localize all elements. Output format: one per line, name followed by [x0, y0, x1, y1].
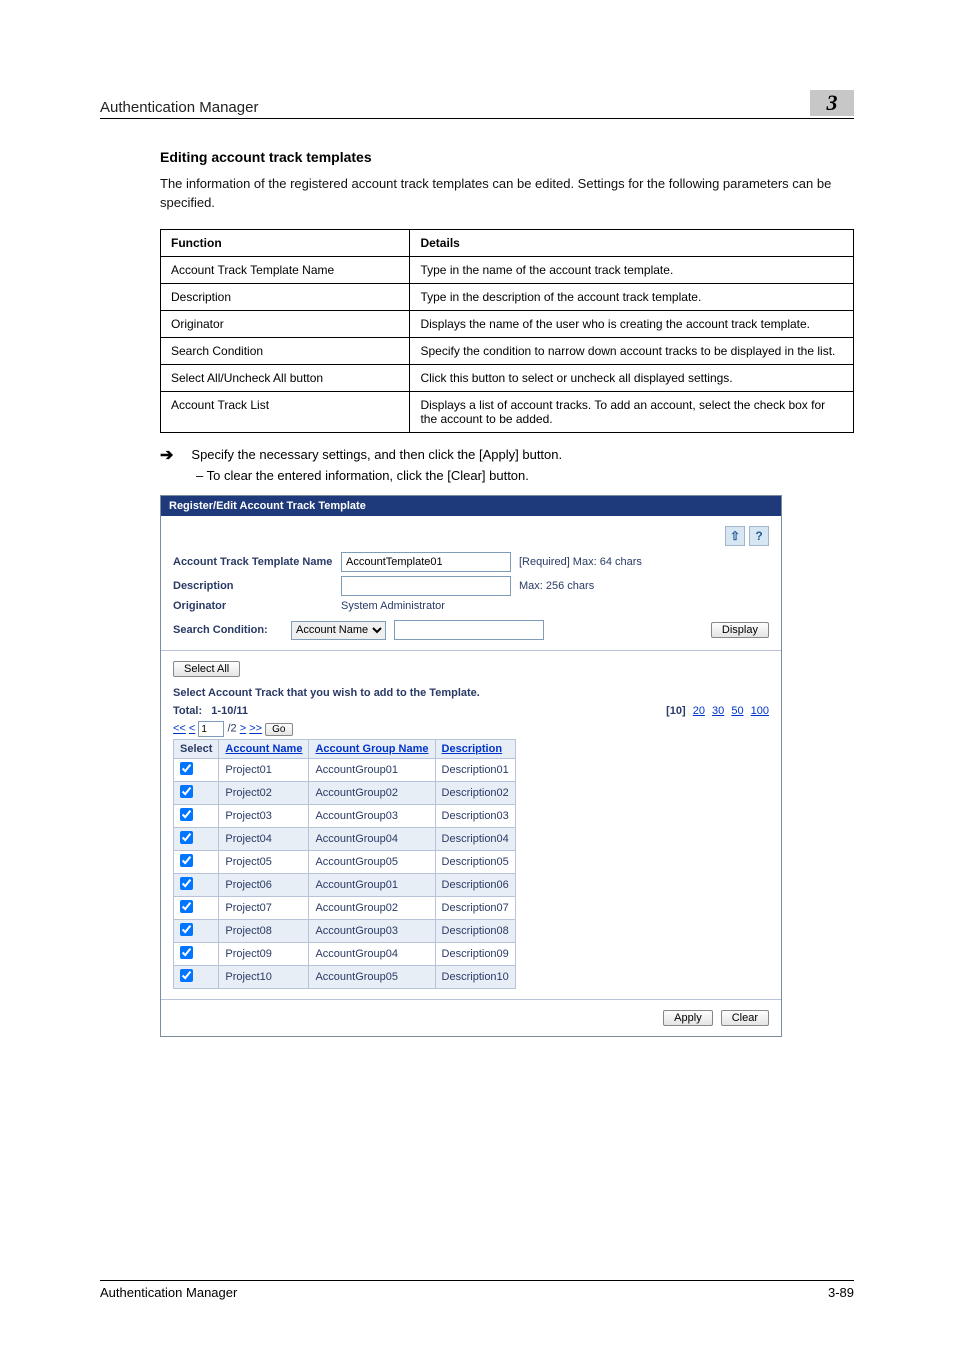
table-row: Project08AccountGroup03Description08: [174, 920, 516, 943]
spec-c1: Originator: [161, 310, 410, 337]
name-input[interactable]: [341, 552, 511, 572]
desc-input[interactable]: [341, 576, 511, 596]
pagesize-link[interactable]: 30: [712, 705, 724, 717]
search-label: Search Condition:: [173, 624, 283, 636]
help-icon[interactable]: ?: [749, 526, 769, 546]
pagesize-link[interactable]: 100: [751, 705, 769, 717]
spec-head-details: Details: [410, 229, 854, 256]
footer-left: Authentication Manager: [100, 1285, 237, 1300]
table-row: Project02AccountGroup02Description02: [174, 782, 516, 805]
list-heading: Select Account Track that you wish to ad…: [173, 687, 769, 699]
spec-table: Function Details Account Track Template …: [160, 229, 854, 433]
table-row: Project09AccountGroup04Description09: [174, 943, 516, 966]
pager-first[interactable]: <<: [173, 723, 186, 735]
row-check[interactable]: [180, 831, 193, 844]
apply-button[interactable]: Apply: [663, 1010, 713, 1026]
col-select: Select: [174, 740, 219, 759]
row-check[interactable]: [180, 762, 193, 775]
spec-c1: Search Condition: [161, 337, 410, 364]
go-button[interactable]: Go: [265, 723, 292, 736]
spec-c2: Displays the name of the user who is cre…: [410, 310, 854, 337]
select-all-button[interactable]: Select All: [173, 661, 240, 677]
footer-right: 3-89: [828, 1285, 854, 1300]
pager-of: /2: [227, 723, 236, 735]
col-description[interactable]: Description: [435, 740, 515, 759]
pager-prev[interactable]: <: [189, 723, 195, 735]
spec-c2: Type in the name of the account track te…: [410, 256, 854, 283]
pagesize-link[interactable]: 50: [731, 705, 743, 717]
table-row: Project03AccountGroup03Description03: [174, 805, 516, 828]
panel: Register/Edit Account Track Template ⇧ ?…: [160, 495, 782, 1037]
name-hint: [Required] Max: 64 chars: [519, 556, 642, 568]
pagesize-link[interactable]: 20: [693, 705, 705, 717]
desc-label: Description: [173, 580, 333, 592]
row-check[interactable]: [180, 808, 193, 821]
spec-c2: Specify the condition to narrow down acc…: [410, 337, 854, 364]
panel-title: Register/Edit Account Track Template: [161, 496, 781, 516]
col-account-group[interactable]: Account Group Name: [309, 740, 435, 759]
search-input[interactable]: [394, 620, 544, 640]
search-select[interactable]: Account Name: [291, 621, 386, 640]
header-title: Authentication Manager: [100, 99, 258, 116]
chapter-badge: 3: [810, 90, 854, 116]
desc-hint: Max: 256 chars: [519, 580, 594, 592]
instruct-main: Specify the necessary settings, and then…: [191, 447, 562, 462]
total-label: Total:: [173, 705, 202, 717]
spec-head-function: Function: [161, 229, 410, 256]
clear-button[interactable]: Clear: [721, 1010, 769, 1026]
row-check[interactable]: [180, 946, 193, 959]
arrow-icon: ➔: [160, 447, 173, 465]
orig-value: System Administrator: [341, 600, 445, 612]
table-row: Project05AccountGroup05Description05: [174, 851, 516, 874]
col-account-name[interactable]: Account Name: [219, 740, 309, 759]
spec-c1: Account Track List: [161, 391, 410, 432]
pager-page-input[interactable]: [198, 721, 224, 737]
row-check[interactable]: [180, 969, 193, 982]
table-row: Project07AccountGroup02Description07: [174, 897, 516, 920]
row-check[interactable]: [180, 854, 193, 867]
total-range: 1-10/11: [211, 705, 248, 717]
table-row: Project10AccountGroup05Description10: [174, 966, 516, 989]
row-check[interactable]: [180, 900, 193, 913]
orig-label: Originator: [173, 600, 333, 612]
table-row: Project04AccountGroup04Description04: [174, 828, 516, 851]
account-grid: Select Account Name Account Group Name D…: [173, 739, 516, 989]
pager-next[interactable]: >: [240, 723, 246, 735]
display-button[interactable]: Display: [711, 622, 769, 638]
row-check[interactable]: [180, 923, 193, 936]
section-body: The information of the registered accoun…: [160, 175, 854, 213]
pager-last[interactable]: >>: [249, 723, 262, 735]
name-label: Account Track Template Name: [173, 556, 333, 568]
spec-c1: Account Track Template Name: [161, 256, 410, 283]
row-check[interactable]: [180, 877, 193, 890]
pagesize-current: [10]: [666, 705, 686, 717]
row-check[interactable]: [180, 785, 193, 798]
up-icon[interactable]: ⇧: [725, 526, 745, 546]
spec-c2: Type in the description of the account t…: [410, 283, 854, 310]
spec-c2: Displays a list of account tracks. To ad…: [410, 391, 854, 432]
table-row: Project01AccountGroup01Description01: [174, 759, 516, 782]
spec-c1: Description: [161, 283, 410, 310]
spec-c1: Select All/Uncheck All button: [161, 364, 410, 391]
instruct-sub: – To clear the entered information, clic…: [196, 468, 854, 483]
section-title: Editing account track templates: [160, 149, 854, 165]
spec-c2: Click this button to select or uncheck a…: [410, 364, 854, 391]
table-row: Project06AccountGroup01Description06: [174, 874, 516, 897]
